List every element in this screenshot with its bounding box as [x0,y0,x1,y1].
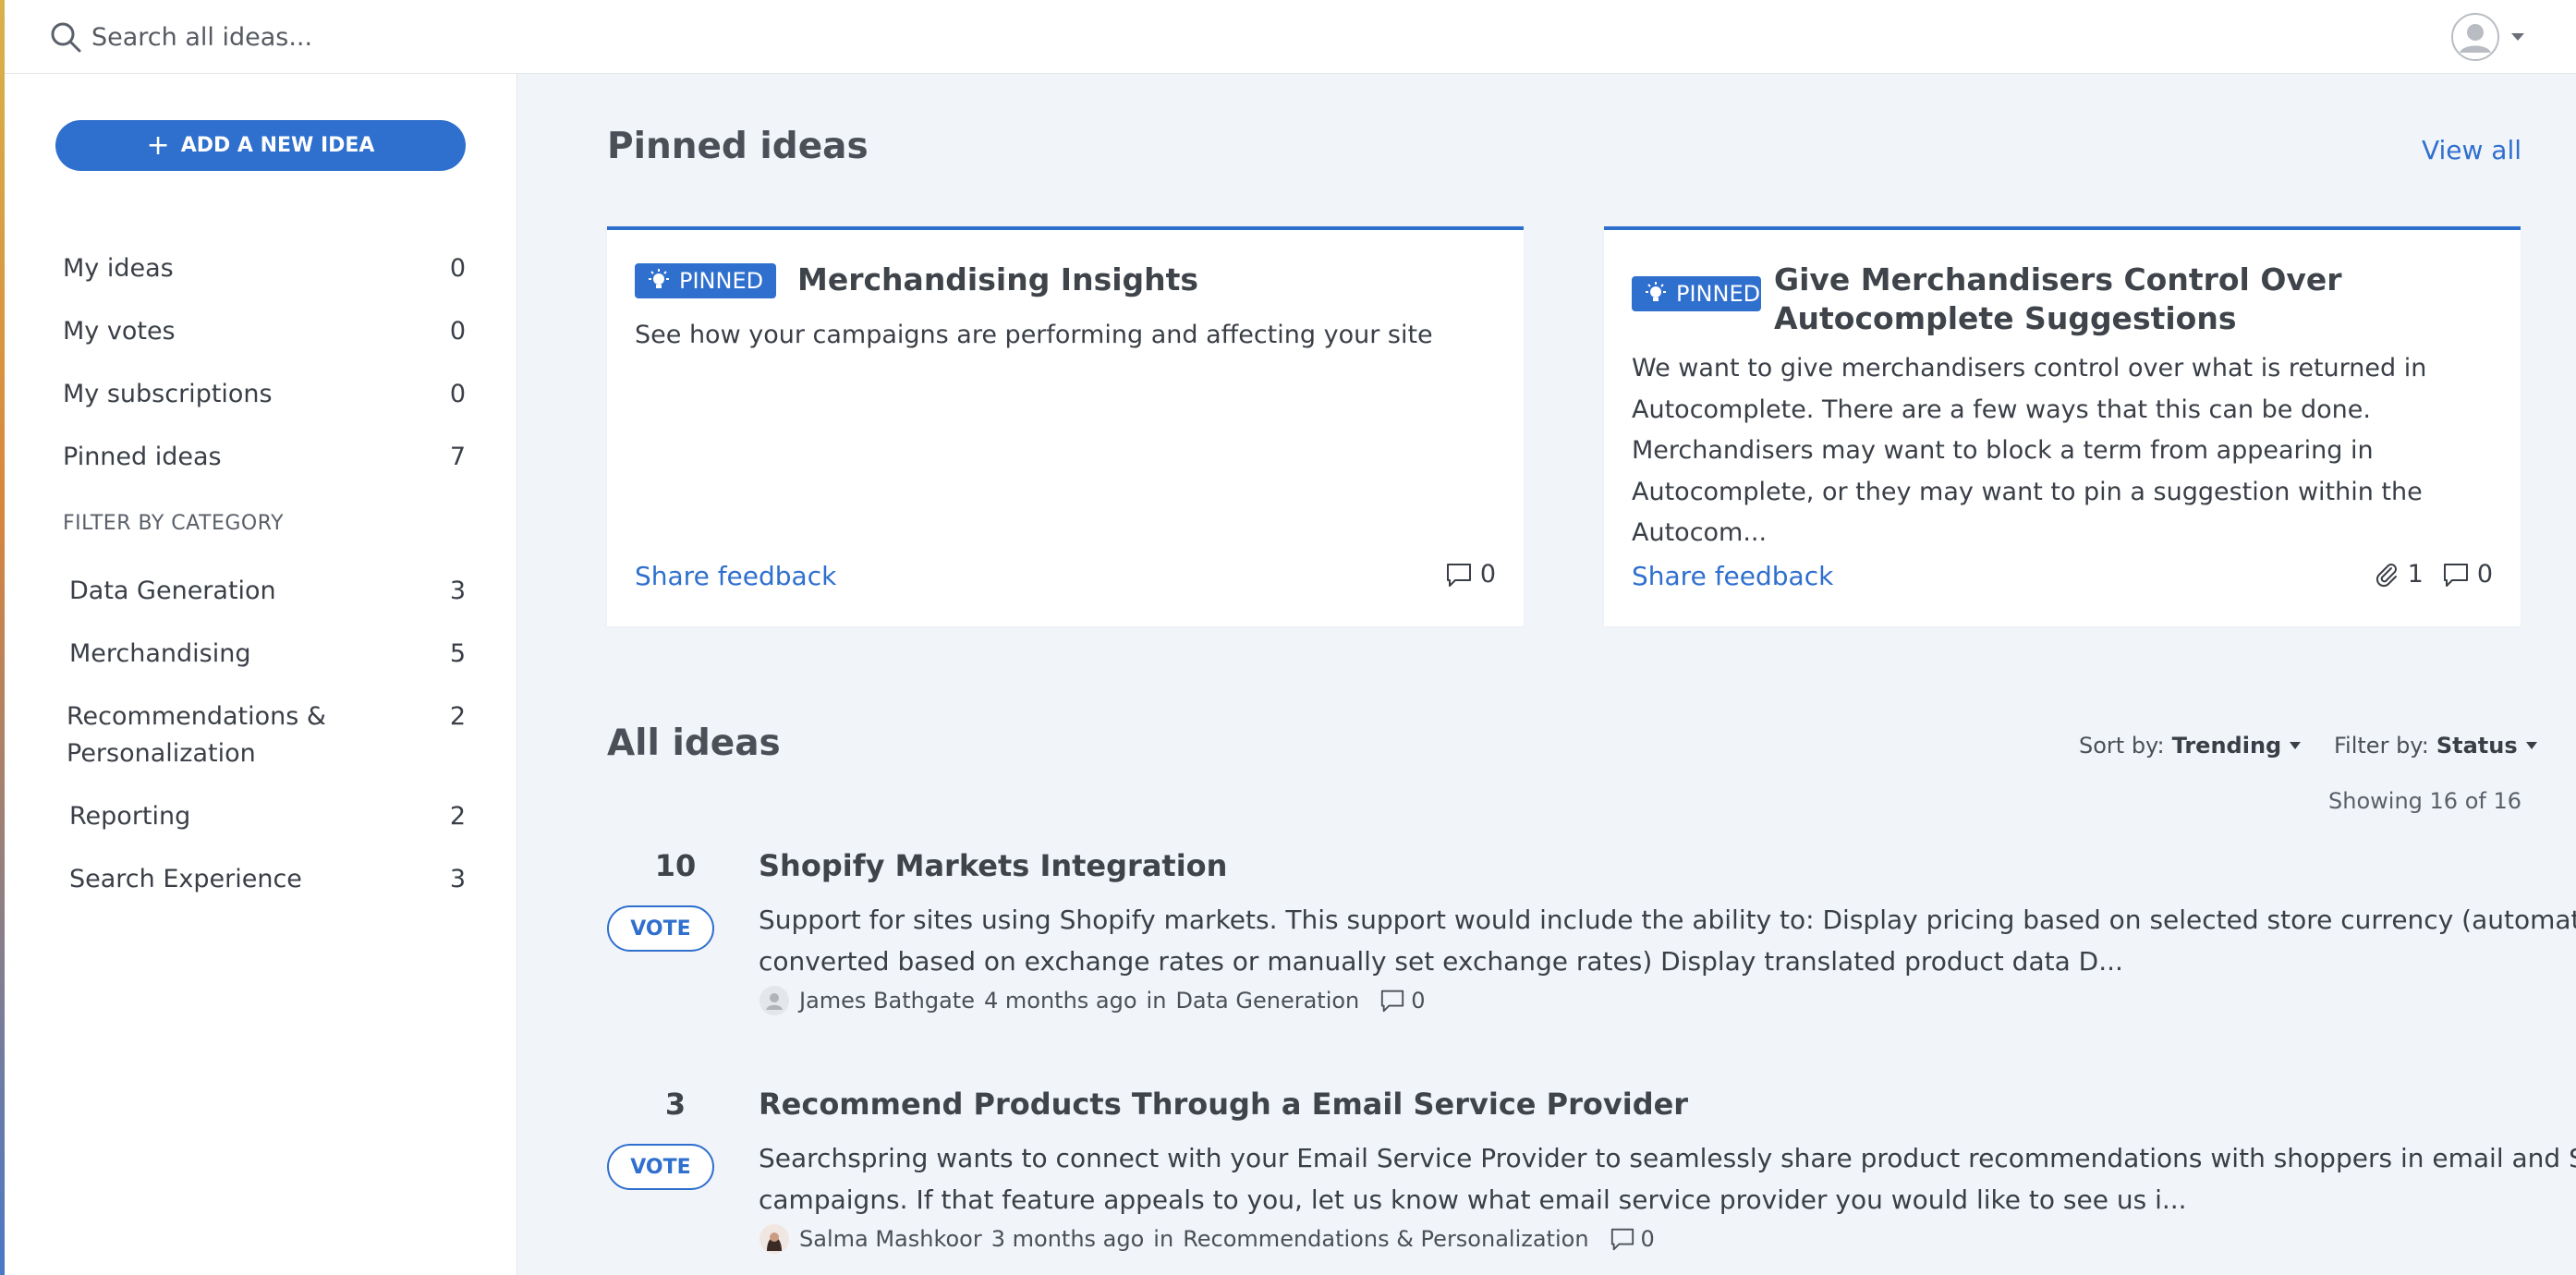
chevron-down-icon [2290,742,2302,749]
category-label: Data Generation [69,577,276,605]
sidebar-item-count: 7 [449,442,466,471]
pinned-idea-card[interactable]: PINNED Merchandising Insights See how yo… [607,226,1524,626]
category-count: 2 [449,702,466,731]
pinned-idea-card[interactable]: PINNED Give Merchandisers Control Over A… [1604,226,2521,626]
pinned-idea-description: See how your campaigns are performing an… [635,321,1433,349]
sidebar-item-count: 0 [449,253,466,283]
author-name: Salma Mashkoor [799,1226,982,1252]
sidebar-item-my-ideas[interactable]: My ideas 0 [63,244,466,292]
category-label: Search Experience [69,865,302,893]
in-label: in [1153,1226,1174,1252]
sidebar-item-label: My votes [63,316,176,346]
sidebar-item-count: 0 [449,379,466,408]
paperclip-icon [2376,563,2397,587]
avatar-icon [2451,13,2499,61]
in-label: in [1146,988,1167,1014]
sidebar-item-label: My ideas [63,253,174,283]
lightbulb-icon [649,269,669,288]
idea-title[interactable]: Shopify Markets Integration [759,848,1227,883]
share-feedback-link[interactable]: Share feedback [1632,561,1833,591]
author-name: James Bathgate [799,988,975,1014]
sidebar: + ADD A NEW IDEA My ideas 0 My votes 0 M… [5,74,517,1275]
category-item-merchandising[interactable]: Merchandising 5 [69,636,466,673]
comment-icon [1610,1228,1634,1251]
share-feedback-link[interactable]: Share feedback [635,561,836,591]
category-count: 2 [449,802,466,831]
top-bar [5,0,2576,74]
sidebar-item-my-subscriptions[interactable]: My subscriptions 0 [63,370,466,418]
comment-count: 0 [1445,560,1496,589]
pinned-badge-label: PINNED [1676,281,1761,307]
pinned-idea-title[interactable]: Give Merchandisers Control Over Autocomp… [1774,261,2504,338]
category-label: Merchandising [69,639,251,668]
comment-icon [1381,990,1404,1013]
all-ideas-title: All ideas [607,722,781,764]
search-icon [51,22,81,53]
category-count: 3 [449,865,466,893]
comment-count-value: 0 [1411,988,1426,1014]
comment-icon [2443,563,2468,587]
add-new-idea-label: ADD A NEW IDEA [180,134,375,157]
pinned-idea-description: We want to give merchandisers control ov… [1632,354,2427,547]
idea-description: Support for sites using Shopify markets.… [759,905,2576,977]
category-label: Reporting [69,802,191,831]
category-label: Recommendations & Personalization [67,702,326,768]
pinned-ideas-title: Pinned ideas [607,126,869,167]
vote-count: 3 [664,1087,687,1122]
category-item-reporting[interactable]: Reporting 2 [69,798,466,835]
category-item-search-experience[interactable]: Search Experience 3 [69,861,466,898]
comment-count-value: 0 [2476,560,2493,589]
comment-icon [1446,563,1471,587]
user-menu-button[interactable] [2451,13,2534,61]
pinned-badge: PINNED [1632,276,1761,311]
vote-count: 10 [654,848,697,883]
idea-category-link[interactable]: Recommendations & Personalization [1183,1226,1588,1252]
category-item-recommendations-personalization[interactable]: Recommendations & Personalization 2 [67,698,466,772]
category-item-data-generation[interactable]: Data Generation 3 [69,573,466,610]
pinned-badge: PINNED [635,263,777,298]
comment-count: 0 [1610,1226,1655,1252]
vote-button[interactable]: VOTE [607,905,714,952]
sort-value: Trending [2171,733,2282,759]
filter-dropdown[interactable]: Filter by: Status [2334,733,2538,759]
sidebar-item-label: Pinned ideas [63,442,222,471]
showing-count: Showing 16 of 16 [2328,788,2521,814]
idea-description: Searchspring wants to connect with your … [759,1143,2576,1215]
comment-count-value: 0 [1640,1226,1655,1252]
filter-label: Filter by: [2334,733,2429,759]
pinned-idea-title[interactable]: Merchandising Insights [797,261,1198,299]
sidebar-item-my-votes[interactable]: My votes 0 [63,307,466,355]
plus-icon: + [146,128,170,162]
attachment-and-comment-counts: 1 0 [2373,560,2493,589]
search-input[interactable] [91,17,1385,57]
lightbulb-icon [1646,282,1666,301]
category-count: 3 [449,577,466,605]
view-all-link[interactable]: View all [2422,135,2521,165]
posted-time: 3 months ago [990,1226,1145,1252]
category-count: 5 [449,639,466,668]
avatar-icon [759,986,789,1015]
vote-button[interactable]: VOTE [607,1144,714,1190]
sort-label: Sort by: [2079,733,2165,759]
sidebar-item-pinned-ideas[interactable]: Pinned ideas 7 [63,432,466,480]
add-new-idea-button[interactable]: + ADD A NEW IDEA [55,120,466,171]
idea-byline: Salma Mashkoor 3 months ago in Recommend… [759,1223,1655,1255]
chevron-down-icon [2511,33,2524,41]
chevron-down-icon [2525,742,2537,749]
sidebar-item-label: My subscriptions [63,379,273,408]
comment-count-value: 0 [1479,560,1496,589]
filter-value: Status [2436,733,2518,759]
sidebar-item-count: 0 [449,316,466,346]
attachment-count-value: 1 [2407,560,2424,589]
avatar-icon [759,1224,789,1254]
filter-by-category-heading: FILTER BY CATEGORY [63,512,285,535]
idea-byline: James Bathgate 4 months ago in Data Gene… [759,985,1426,1016]
idea-title[interactable]: Recommend Products Through a Email Servi… [759,1087,1688,1122]
comment-count: 0 [1379,988,1426,1014]
posted-time: 4 months ago [983,988,1137,1014]
idea-category-link[interactable]: Data Generation [1175,988,1359,1014]
pinned-badge-label: PINNED [679,268,764,294]
main-content: Pinned ideas View all PINNED Merchandisi… [517,74,2576,1275]
sort-dropdown[interactable]: Sort by: Trending [2079,733,2302,759]
